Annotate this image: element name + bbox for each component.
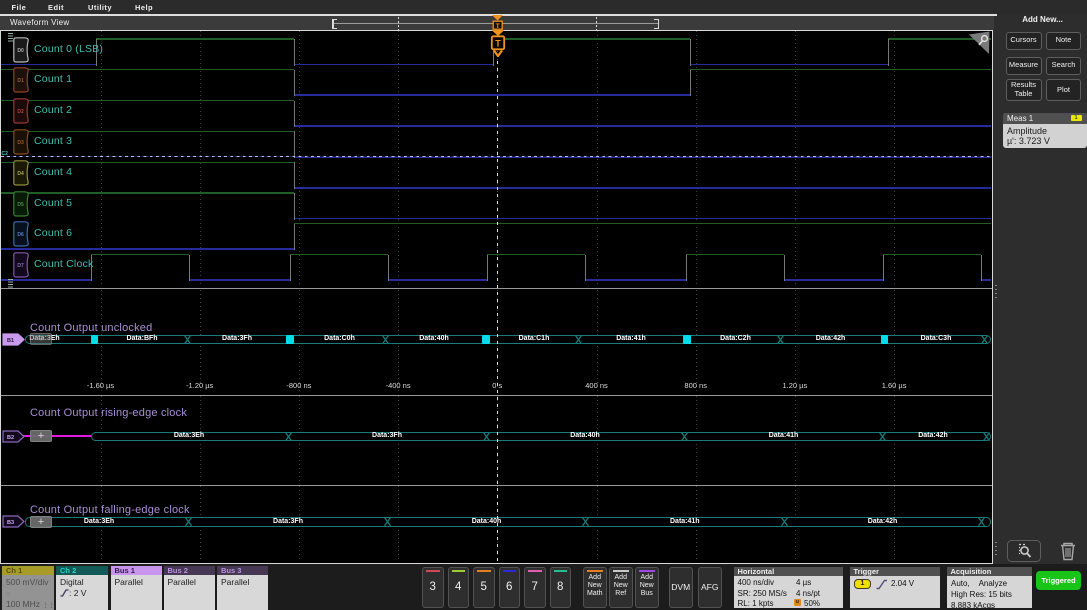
svg-text:D0: D0 (17, 48, 24, 54)
svg-text:B3: B3 (7, 520, 14, 526)
svg-text:B2: B2 (7, 435, 14, 441)
svg-text:D6: D6 (17, 232, 24, 238)
svg-text:D5: D5 (17, 202, 24, 208)
svg-text:D1: D1 (17, 78, 24, 84)
svg-text:B1: B1 (7, 337, 14, 343)
svg-text:D4: D4 (17, 171, 24, 177)
svg-text:D7: D7 (17, 263, 24, 269)
svg-text:T: T (495, 38, 501, 48)
svg-text:T: T (495, 22, 499, 29)
svg-text:D3: D3 (17, 140, 24, 146)
svg-text:D2: D2 (17, 109, 24, 115)
